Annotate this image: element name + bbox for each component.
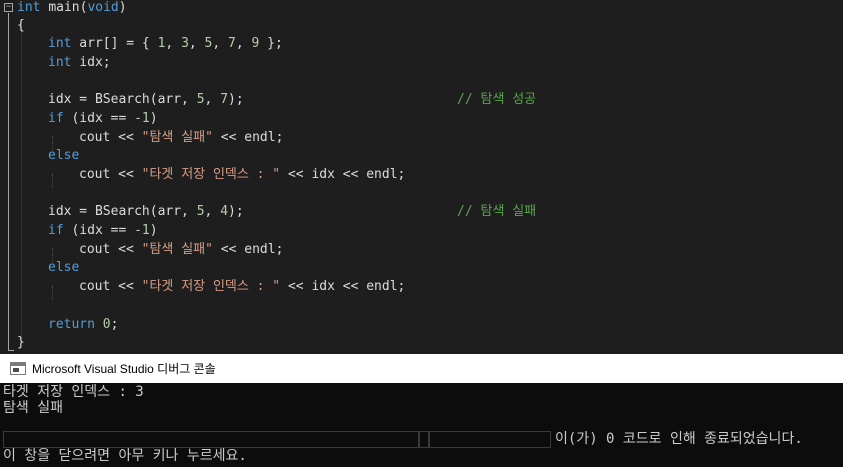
keyword: int xyxy=(48,55,72,70)
console-output-line: 타겟 저장 인덱스 : 3 xyxy=(3,384,144,400)
code-line-cout-fail: cout << "탐색 실패" << endl; xyxy=(79,241,283,259)
code-line-close-brace: } xyxy=(17,335,25,350)
console-output-line: 탐색 실패 xyxy=(3,400,63,416)
code-text: (idx == xyxy=(63,111,135,126)
code-text: , xyxy=(204,204,221,219)
code-text: cout << xyxy=(79,167,142,182)
code-line-else: else xyxy=(48,148,80,163)
console-exit-message: 이(가) 0 코드로 인해 종료되었습니다. xyxy=(555,431,803,447)
number: 4 xyxy=(220,204,229,219)
fold-guide-line xyxy=(8,13,9,351)
number: -1 xyxy=(134,111,150,126)
code-line-main: int main(void) xyxy=(17,0,127,17)
number: 7 xyxy=(220,92,229,107)
code-text: , xyxy=(204,92,221,107)
keyword: if xyxy=(48,111,64,126)
code-text: , xyxy=(165,36,182,51)
redacted-path xyxy=(3,431,419,448)
code-line-arr-decl: int arr[] = { 1, 3, 5, 7, 9 }; xyxy=(48,35,283,53)
fold-guide-end xyxy=(8,350,14,351)
code-line-return: return 0; xyxy=(48,316,118,334)
code-comment: // 탐색 성공 xyxy=(457,92,537,107)
code-line-bsearch-fail: idx = BSearch(arr, 5, 4); xyxy=(48,203,244,221)
keyword: return xyxy=(48,317,95,332)
console-close-hint: 이 창을 닫으려면 아무 키나 누르세요. xyxy=(3,448,247,464)
number: 0 xyxy=(102,317,111,332)
string-literal: "탐색 실패" xyxy=(141,130,213,145)
code-text: ); xyxy=(228,92,244,107)
number: 3 xyxy=(181,36,189,51)
string-literal: "탐색 실패" xyxy=(141,242,213,257)
code-line-cout-fail: cout << "탐색 실패" << endl; xyxy=(79,129,283,147)
keyword: if xyxy=(48,223,64,238)
code-text: << idx << endl; xyxy=(280,167,406,182)
number: 5 xyxy=(196,92,205,107)
keyword: int xyxy=(17,0,41,15)
code-text: ) xyxy=(149,111,158,126)
code-comment: // 탐색 실패 xyxy=(457,204,537,219)
code-text: cout << xyxy=(79,130,142,145)
code-text: idx; xyxy=(71,55,111,70)
code-text: (idx == xyxy=(63,223,135,238)
keyword: void xyxy=(87,0,119,15)
code-line-cout-index: cout << "타겟 저장 인덱스 : " << idx << endl; xyxy=(79,166,405,184)
indent-guide xyxy=(52,286,53,300)
code-text: = BSearch(arr, xyxy=(71,204,197,219)
string-literal: "타겟 저장 인덱스 : " xyxy=(141,279,281,294)
code-text: ); xyxy=(228,204,244,219)
console-titlebar[interactable]: Microsoft Visual Studio 디버그 콘솔 xyxy=(0,354,843,383)
number: -1 xyxy=(134,223,150,238)
code-text: << idx << endl; xyxy=(280,279,406,294)
code-text: << endl; xyxy=(212,242,284,257)
code-text: ; xyxy=(110,317,119,332)
code-text: }; xyxy=(259,36,283,51)
code-line-if: if (idx == -1) xyxy=(48,222,158,240)
indent-guide xyxy=(21,24,22,342)
string-literal: "타겟 저장 인덱스 : " xyxy=(141,167,281,182)
code-text: , xyxy=(188,36,205,51)
indent-guide xyxy=(52,174,53,188)
keyword: int xyxy=(48,36,72,51)
code-text: arr[] = { xyxy=(71,36,158,51)
collapse-icon[interactable]: − xyxy=(4,3,13,12)
number: 5 xyxy=(196,204,205,219)
console-title: Microsoft Visual Studio 디버그 콘솔 xyxy=(32,362,216,376)
code-line-cout-index: cout << "타겟 저장 인덱스 : " << idx << endl; xyxy=(79,278,405,296)
code-text: ) xyxy=(149,223,158,238)
code-line-open-brace: { xyxy=(17,18,25,33)
code-line-if: if (idx == -1) xyxy=(48,110,158,128)
code-text: , xyxy=(212,36,229,51)
number: 7 xyxy=(228,36,236,51)
console-window-icon xyxy=(10,362,26,375)
code-line-idx-decl: int idx; xyxy=(48,54,111,72)
code-text: cout << xyxy=(79,242,142,257)
redacted-process-id xyxy=(429,431,551,448)
function-name: main xyxy=(48,0,80,15)
code-text: , xyxy=(235,36,252,51)
code-text: << endl; xyxy=(212,130,284,145)
code-line-else: else xyxy=(48,260,80,275)
variable: idx xyxy=(48,204,72,219)
code-text: cout << xyxy=(79,279,142,294)
code-line-bsearch-success: idx = BSearch(arr, 5, 7); xyxy=(48,91,244,109)
variable: idx xyxy=(48,92,72,107)
code-text: = BSearch(arr, xyxy=(71,92,197,107)
paren: ) xyxy=(118,0,127,15)
redacted-separator xyxy=(419,431,429,448)
code-editor[interactable]: − int main(void) { int arr[] = { 1, 3, 5… xyxy=(0,0,843,354)
